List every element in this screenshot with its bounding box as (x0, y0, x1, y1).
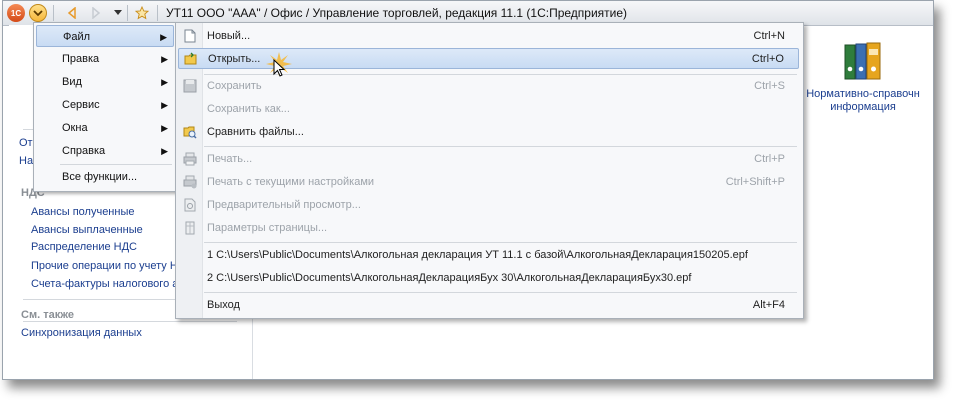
menu-item-page-setup[interactable]: Параметры страницы... (178, 218, 799, 239)
shortcut-text: Ctrl+O (751, 53, 784, 65)
shortcut-text: Ctrl+Shift+P (725, 176, 785, 188)
main-menu-button[interactable] (29, 4, 47, 22)
submenu-arrow-icon: ▶ (160, 32, 167, 42)
shortcut-text: Alt+F4 (752, 299, 785, 311)
menu-item-all-functions[interactable]: Все функции... (36, 166, 174, 188)
menu-item-view[interactable]: Вид ▶ (36, 71, 174, 93)
nsi-section[interactable]: Нормативно-справочн информация (803, 41, 923, 114)
history-dropdown-button[interactable] (109, 4, 127, 22)
nsi-label-line1: Нормативно-справочн (806, 88, 920, 100)
menu-separator (60, 164, 172, 165)
menu-item-label: Открыть... (208, 53, 261, 65)
binders-icon (844, 42, 881, 80)
menu-item-label: Вид (62, 76, 82, 88)
submenu-arrow-icon: ▶ (161, 100, 168, 110)
menu-item-file[interactable]: Файл ▶ (36, 25, 174, 47)
left-link-partial[interactable]: На (19, 155, 33, 167)
left-link-partial[interactable]: От (19, 137, 33, 149)
save-disk-icon (183, 79, 197, 93)
menu-separator (204, 292, 797, 293)
toolbar-separator (127, 5, 128, 21)
shortcut-text: Ctrl+N (753, 30, 785, 42)
star-icon (135, 6, 149, 20)
menu-separator (204, 242, 797, 243)
link-nds-distribution[interactable]: Распределение НДС (31, 241, 137, 253)
open-folder-icon (184, 52, 197, 65)
menu-item-save[interactable]: Сохранить Ctrl+S (178, 76, 799, 97)
menu-item-label: Параметры страницы... (207, 222, 328, 234)
link-advances-paid[interactable]: Авансы выплаченные (31, 224, 143, 236)
quick-print-icon (183, 175, 197, 189)
menu-item-label: Сохранить (207, 80, 262, 92)
menu-item-label: Правка (62, 53, 100, 65)
menu-item-help[interactable]: Справка ▶ (36, 140, 174, 162)
nsi-label-line2: информация (830, 101, 896, 113)
shortcut-text: Ctrl+P (754, 153, 785, 165)
submenu-arrow-icon: ▶ (161, 146, 168, 156)
toolbar-separator (53, 5, 54, 21)
window-title: УТ11 ООО "ААА" / Офис / Управление торго… (166, 6, 628, 20)
menu-item-label: Печать с текущими настройками (207, 176, 375, 188)
favorites-button[interactable] (133, 4, 151, 22)
submenu-arrow-icon: ▶ (161, 54, 168, 64)
new-document-icon (184, 29, 196, 43)
page-setup-icon (185, 221, 195, 235)
menu-item-compare-files[interactable]: Сравнить файлы... (178, 122, 799, 143)
link-advances-received[interactable]: Авансы полученные (31, 206, 135, 218)
chevron-down-icon (33, 10, 43, 17)
mouse-cursor-icon (266, 52, 292, 77)
menu-item-preview[interactable]: Предварительный просмотр... (178, 195, 799, 216)
arrow-left-icon (67, 7, 76, 19)
menu-item-new[interactable]: Новый... Ctrl+N (178, 26, 799, 47)
menu-item-label: 2 C:\Users\Public\Documents\АлкогольнаяД… (207, 272, 692, 284)
menu-item-label: Сервис (62, 99, 100, 111)
menu-separator (204, 146, 797, 147)
menu-item-service[interactable]: Сервис ▶ (36, 94, 174, 116)
compare-files-icon (183, 126, 197, 139)
menu-item-label: Выход (207, 299, 240, 311)
section-heading-see-also: См. также (21, 309, 74, 321)
submenu-arrow-icon: ▶ (161, 123, 168, 133)
menu-item-recent-file-1[interactable]: 1 C:\Users\Public\Documents\Алкогольная … (178, 245, 799, 266)
menu-item-label: Сравнить файлы... (207, 126, 304, 138)
menu-item-print-current[interactable]: Печать с текущими настройками Ctrl+Shift… (178, 172, 799, 193)
menu-item-exit[interactable]: Выход Alt+F4 (178, 295, 799, 316)
menu-item-label: Окна (62, 122, 88, 134)
menu-item-print[interactable]: Печать... Ctrl+P (178, 149, 799, 170)
menu-item-label: Сохранить как... (207, 103, 290, 115)
menu-item-label: Предварительный просмотр... (207, 199, 361, 211)
print-preview-icon (184, 198, 196, 212)
menu-item-label: Печать... (207, 153, 253, 165)
menu-item-windows[interactable]: Окна ▶ (36, 117, 174, 139)
main-menu: Файл ▶ Правка ▶ Вид ▶ Сервис ▶ Окна ▶ Сп… (33, 22, 177, 192)
printer-icon (183, 152, 197, 166)
shortcut-text: Ctrl+S (754, 80, 785, 92)
link-data-sync[interactable]: Синхронизация данных (21, 327, 142, 339)
menu-separator (204, 74, 797, 75)
triangle-down-icon (114, 10, 122, 15)
menu-item-label: Новый... (207, 30, 251, 42)
menu-item-recent-file-2[interactable]: 2 C:\Users\Public\Documents\АлкогольнаяД… (178, 268, 799, 289)
divider (23, 321, 237, 322)
menu-item-label: Файл (63, 31, 91, 43)
arrow-right-icon (92, 7, 101, 19)
submenu-arrow-icon: ▶ (161, 77, 168, 87)
forward-button[interactable] (87, 4, 105, 22)
menu-item-label: Справка (62, 145, 106, 157)
menu-item-edit[interactable]: Правка ▶ (36, 48, 174, 70)
link-tax-invoices[interactable]: Счета-фактуры налогового а (31, 278, 181, 290)
back-button[interactable] (63, 4, 81, 22)
toolbar-separator (157, 5, 158, 21)
link-other-nds-operations[interactable]: Прочие операции по учету НДС (31, 260, 181, 272)
menu-item-label: 1 C:\Users\Public\Documents\Алкогольная … (207, 249, 748, 261)
logo-icon[interactable]: 1С (7, 4, 25, 22)
menu-item-save-as[interactable]: Сохранить как... (178, 99, 799, 120)
